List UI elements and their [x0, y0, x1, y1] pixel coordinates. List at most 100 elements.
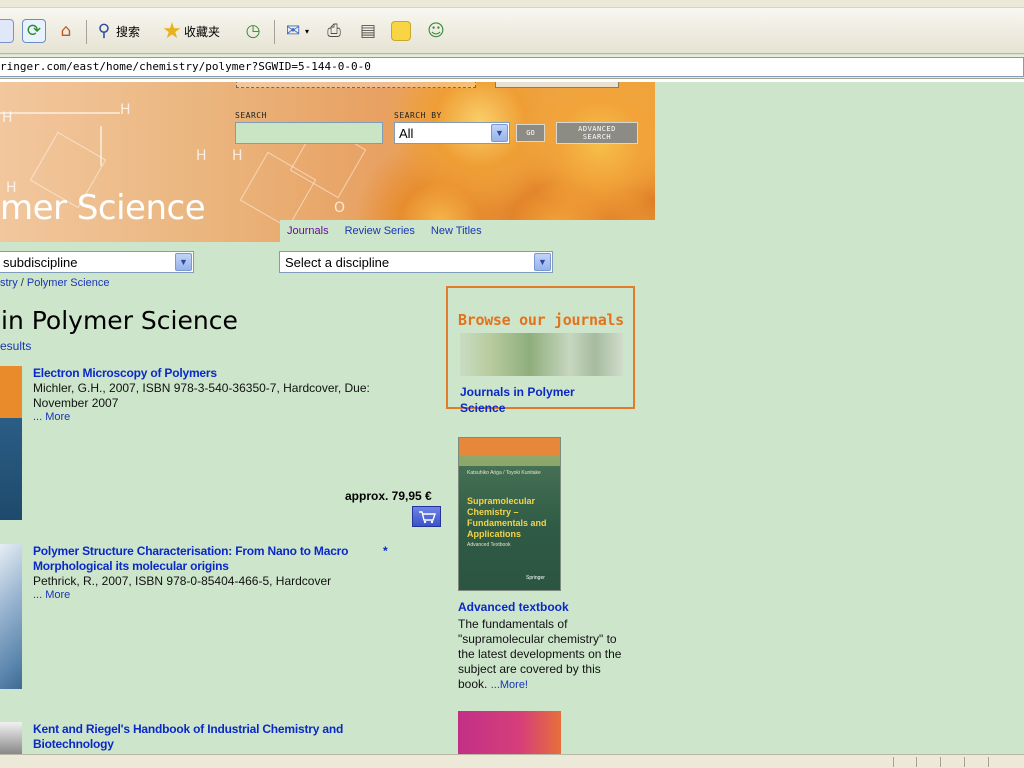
- book-meta: Michler, G.H., 2007, ISBN 978-3-540-3635…: [33, 381, 370, 410]
- chevron-down-icon[interactable]: ▼: [534, 253, 551, 271]
- cover-title: Supramolecular Chemistry – Fundamentals …: [467, 496, 547, 539]
- cart-icon: [418, 510, 436, 523]
- browser-toolbar: ⟳ ⌂ ⚲ 搜索 ★ 收藏夹 ◷ ✉ ▾ ⎙ ▤ ☺: [0, 8, 1024, 54]
- home-icon: ⌂: [60, 21, 72, 41]
- advanced-search-label-2: SEARCH: [582, 133, 612, 141]
- journals-promo[interactable]: Browse our journals Journals in Polymer …: [446, 286, 635, 415]
- go-button[interactable]: GO: [516, 124, 545, 142]
- note-button[interactable]: [391, 17, 411, 45]
- results-link[interactable]: esults: [0, 339, 31, 353]
- page-title: in Polymer Science: [1, 306, 238, 335]
- textbook-more-link[interactable]: ...More!: [491, 679, 528, 691]
- textbook-description: The fundamentals of "supramolecular chem…: [458, 617, 628, 693]
- refresh-icon: ⟳: [22, 19, 46, 43]
- note-icon: [391, 21, 411, 41]
- tab-new-titles[interactable]: New Titles: [431, 225, 482, 237]
- home-button[interactable]: ⌂: [54, 17, 78, 45]
- book-title-link[interactable]: Polymer Structure Characterisation: From…: [33, 544, 383, 574]
- advanced-search-button[interactable]: ADVANCED SEARCH: [556, 122, 638, 144]
- book-cover[interactable]: [0, 722, 22, 754]
- toolbar-separator: [86, 20, 87, 44]
- chevron-down-icon[interactable]: ▼: [175, 253, 192, 271]
- journals-image[interactable]: [460, 333, 623, 376]
- list-item: Kent and Riegel's Handbook of Industrial…: [33, 722, 383, 752]
- tab-review-series[interactable]: Review Series: [345, 225, 415, 237]
- stop-button[interactable]: [0, 17, 14, 45]
- advanced-search-label-1: ADVANCED: [578, 125, 616, 133]
- new-marker: *: [383, 544, 388, 558]
- chevron-down-icon[interactable]: ▼: [491, 124, 508, 142]
- molecule-decoration: H: [120, 102, 131, 118]
- molecule-decoration: H: [2, 110, 13, 126]
- status-bar: [0, 754, 1024, 768]
- status-divider: [964, 757, 965, 767]
- breadcrumb-separator: /: [17, 277, 27, 289]
- book-cover[interactable]: [0, 366, 22, 520]
- list-item: Polymer Structure Characterisation: From…: [33, 544, 383, 601]
- cover-bar: [459, 438, 560, 456]
- status-divider: [988, 757, 989, 767]
- book-meta: Pethrick, R., 2007, ISBN 978-0-85404-466…: [33, 574, 332, 588]
- textbook-heading[interactable]: Advanced textbook: [458, 600, 569, 614]
- favorites-star-icon: ★: [162, 18, 182, 44]
- search-icon: ⚲: [97, 21, 111, 41]
- journals-link[interactable]: Journals in Polymer Science: [460, 384, 600, 416]
- edit-icon: ▤: [359, 21, 377, 41]
- search-by-select[interactable]: All ▼: [394, 122, 510, 144]
- book-title-link[interactable]: Kent and Riegel's Handbook of Industrial…: [33, 722, 383, 752]
- stop-icon: [0, 19, 14, 43]
- textbook-cover[interactable]: Katsuhiko Ariga / Toyoki Kunitake Supram…: [458, 437, 561, 591]
- dropdown-arrow-icon: ▾: [305, 26, 310, 36]
- address-input[interactable]: ringer.com/east/home/chemistry/polymer?S…: [0, 57, 1024, 77]
- textbook-description-text: The fundamentals of "supramolecular chem…: [458, 617, 622, 691]
- search-input[interactable]: [235, 122, 383, 144]
- search-by-label: SEARCH BY: [394, 111, 442, 120]
- list-item: Electron Microscopy of Polymers Michler,…: [33, 366, 413, 423]
- search-button[interactable]: ⚲ 搜索: [92, 17, 140, 45]
- banner-title: mer Science: [0, 188, 206, 228]
- journals-banner-text: Browse our journals: [458, 311, 624, 329]
- subdiscipline-value: subdiscipline: [3, 254, 78, 270]
- more-link[interactable]: ... More: [33, 589, 383, 601]
- refresh-button[interactable]: ⟳: [22, 17, 46, 45]
- breadcrumb: stry / Polymer Science: [0, 277, 109, 289]
- book-title-link[interactable]: Electron Microscopy of Polymers: [33, 366, 413, 381]
- favorites-button-label: 收藏夹: [184, 24, 221, 39]
- cover-authors: Katsuhiko Ariga / Toyoki Kunitake: [467, 470, 541, 476]
- favorites-button[interactable]: ★ 收藏夹: [160, 17, 220, 45]
- history-icon: ◷: [245, 21, 261, 41]
- top-input-edge: [236, 82, 476, 88]
- subdiscipline-select[interactable]: subdiscipline ▼: [0, 251, 194, 273]
- edit-button[interactable]: ▤: [356, 17, 380, 45]
- more-link[interactable]: ... More: [33, 411, 413, 423]
- print-button[interactable]: ⎙: [322, 17, 346, 45]
- print-icon: ⎙: [327, 21, 341, 41]
- breadcrumb-parent[interactable]: stry: [0, 277, 18, 289]
- discipline-select[interactable]: Select a discipline ▼: [279, 251, 553, 273]
- messenger-button[interactable]: ☺: [424, 17, 448, 45]
- search-label: SEARCH: [235, 111, 267, 120]
- mail-button[interactable]: ✉ ▾: [281, 17, 309, 45]
- book-cover[interactable]: [0, 544, 22, 689]
- add-to-cart-button[interactable]: [412, 506, 441, 527]
- cover-publisher: Springer: [526, 575, 545, 581]
- book-price: approx. 79,95 €: [345, 489, 432, 503]
- mail-icon: ✉: [285, 21, 301, 41]
- molecule-decoration: [0, 112, 120, 114]
- messenger-icon: ☺: [427, 21, 445, 41]
- menu-bar[interactable]: [0, 0, 1024, 8]
- book-cover[interactable]: [458, 711, 561, 755]
- cover-subtitle: Advanced Textbook: [467, 542, 511, 548]
- toolbar-separator: [274, 20, 275, 44]
- breadcrumb-current[interactable]: Polymer Science: [27, 277, 110, 289]
- search-button-label: 搜索: [116, 24, 141, 39]
- molecule-decoration: O: [334, 200, 346, 216]
- top-select-edge: [495, 82, 619, 88]
- history-button[interactable]: ◷: [241, 17, 265, 45]
- molecule-decoration: H: [196, 148, 207, 164]
- molecule-decoration: H: [232, 148, 243, 164]
- tab-journals[interactable]: Journals: [287, 225, 329, 237]
- status-divider: [940, 757, 941, 767]
- molecule-decoration: [100, 126, 102, 166]
- status-divider: [893, 757, 894, 767]
